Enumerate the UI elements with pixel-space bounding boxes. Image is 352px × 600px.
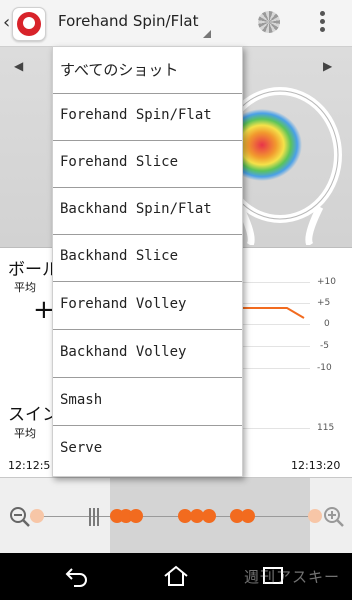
dropdown-item-label: Forehand Slice [60, 154, 179, 170]
system-back-icon[interactable] [64, 565, 90, 587]
grid-line [242, 346, 310, 347]
average-label: 平均 [14, 281, 36, 294]
y-tick-label: +5 [317, 298, 331, 308]
back-icon[interactable]: ‹ [3, 12, 10, 33]
average-label: 平均 [14, 427, 36, 440]
y-tick-label: -10 [317, 363, 332, 373]
app-logo-icon[interactable] [12, 7, 46, 41]
dropdown-item-all-shots[interactable]: すべてのショット [53, 47, 242, 94]
dropdown-item-label: Backhand Spin/Flat [60, 201, 212, 217]
y-tick-label: 0 [324, 319, 330, 329]
dropdown-item-label: Forehand Volley [60, 296, 187, 312]
shot-marker[interactable] [30, 509, 44, 523]
shot-timeline[interactable] [0, 477, 352, 554]
system-home-icon[interactable] [163, 565, 189, 587]
grid-line [242, 428, 310, 429]
watermark: 週刊アスキー [244, 568, 341, 586]
start-time: 12:12:5 [8, 459, 51, 472]
overflow-menu-icon[interactable] [320, 11, 326, 35]
dropdown-item-backhand-slice[interactable]: Backhand Slice [53, 235, 242, 282]
dropdown-item-serve[interactable]: Serve [53, 427, 242, 474]
action-bar: ‹ Forehand Spin/Flat [0, 0, 352, 47]
dropdown-item-label: Forehand Spin/Flat [60, 107, 212, 123]
dropdown-item-smash[interactable]: Smash [53, 379, 242, 426]
system-navigation-bar: 週刊アスキー [0, 553, 352, 600]
y-tick-label: +10 [317, 277, 336, 287]
shot-type-dropdown: すべてのショット Forehand Spin/Flat Forehand Sli… [52, 46, 243, 477]
shot-marker[interactable] [129, 509, 143, 523]
shot-marker[interactable] [241, 509, 255, 523]
grid-line [242, 324, 310, 325]
dropdown-item-backhand-volley[interactable]: Backhand Volley [53, 331, 242, 378]
previous-arrow-icon[interactable]: ◀ [14, 59, 23, 73]
series-line [242, 307, 305, 319]
dropdown-item-forehand-volley[interactable]: Forehand Volley [53, 283, 242, 330]
zoom-in-icon[interactable] [322, 505, 346, 529]
logo-center [23, 17, 35, 29]
shot-type-spinner[interactable]: Forehand Spin/Flat [58, 12, 198, 30]
dropdown-item-forehand-spin-flat[interactable]: Forehand Spin/Flat [53, 94, 242, 141]
spinner-caret-icon [203, 30, 211, 38]
y-tick-label: 115 [317, 423, 335, 433]
shot-marker[interactable] [308, 509, 322, 523]
end-time: 12:13:20 [291, 459, 341, 472]
dropdown-item-label: Backhand Volley [60, 344, 187, 360]
grid-line [242, 368, 310, 369]
dropdown-item-forehand-slice[interactable]: Forehand Slice [53, 141, 242, 188]
dropdown-item-label: Smash [60, 392, 103, 408]
dropdown-item-label: Serve [60, 440, 103, 456]
timeline-track [30, 516, 320, 517]
dropdown-item-backhand-spin-flat[interactable]: Backhand Spin/Flat [53, 188, 242, 235]
next-arrow-icon[interactable]: ▶ [323, 59, 332, 73]
timeline-drag-handle[interactable] [89, 508, 101, 526]
zoom-out-icon[interactable] [8, 505, 32, 529]
grid-line [242, 282, 310, 283]
dropdown-item-label: Backhand Slice [60, 248, 179, 264]
dropdown-item-label: すべてのショット [60, 61, 179, 79]
sensor-status-icon[interactable] [258, 11, 280, 33]
y-tick-label: -5 [320, 341, 329, 351]
shot-marker[interactable] [202, 509, 216, 523]
